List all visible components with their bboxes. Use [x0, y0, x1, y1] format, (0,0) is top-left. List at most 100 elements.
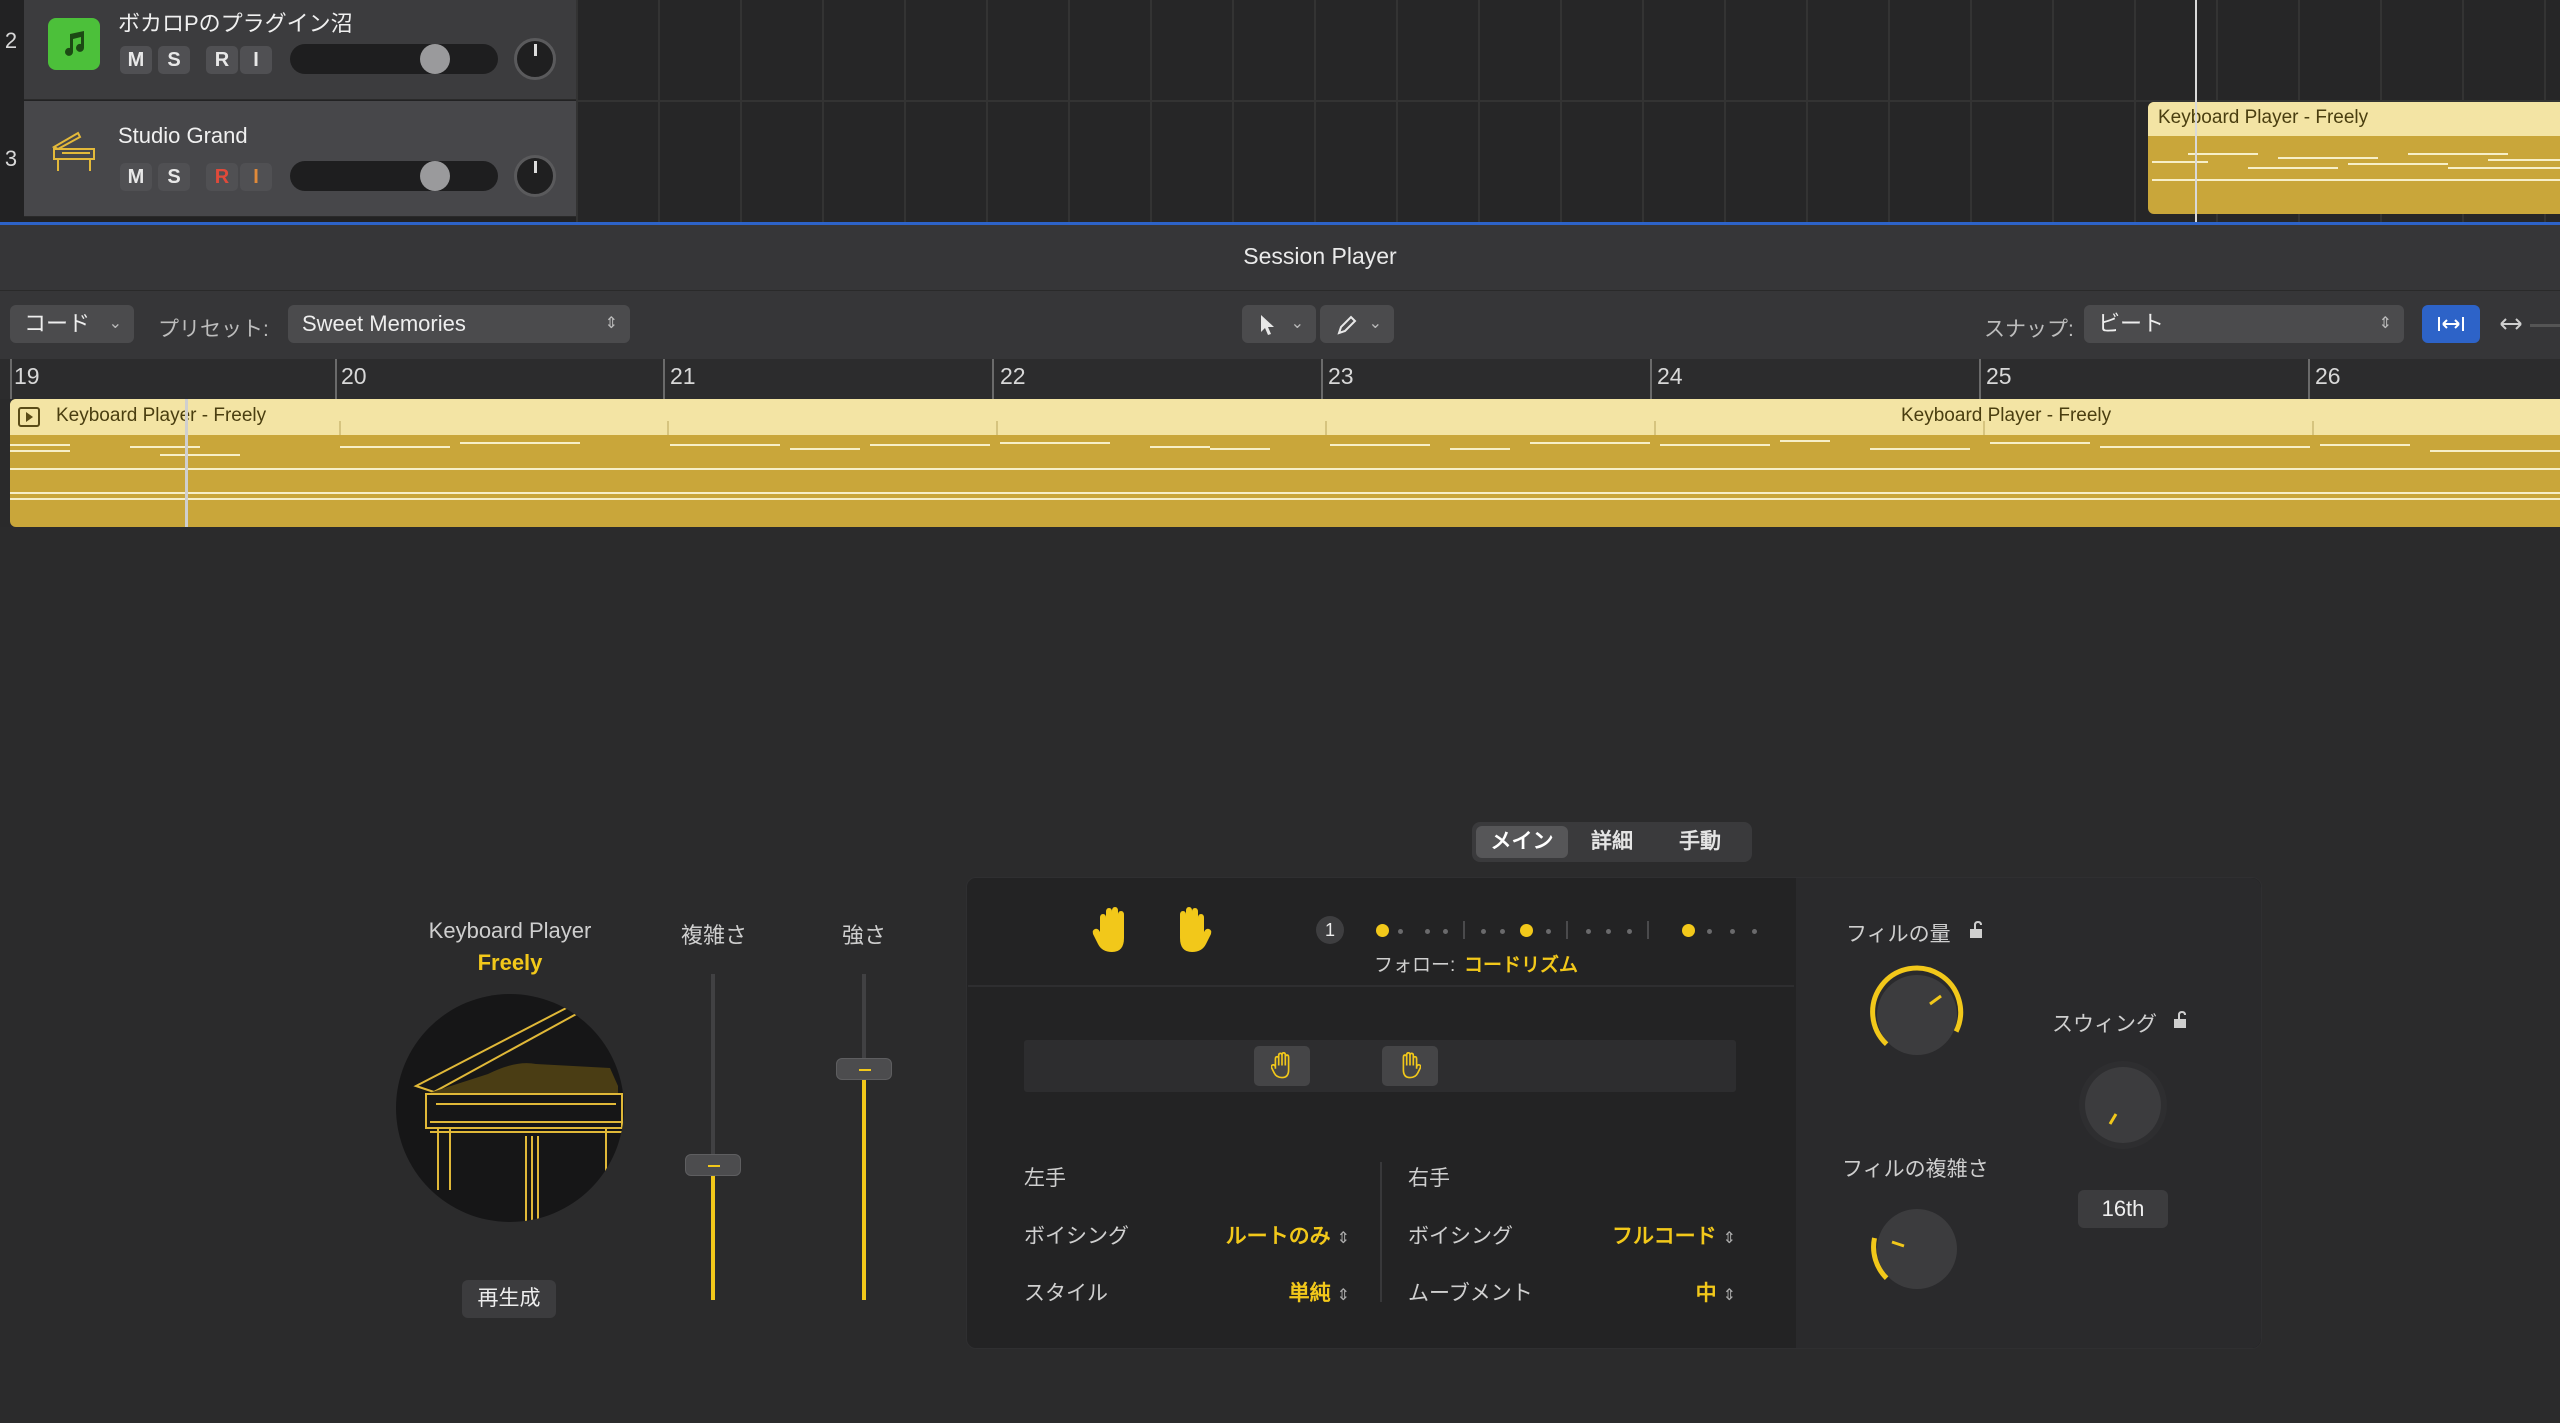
- rhythm-dot[interactable]: [1707, 929, 1712, 934]
- pointer-tool-icon: [1261, 315, 1274, 335]
- right-voicing-popup[interactable]: フルコード ⇕: [1560, 1220, 1736, 1250]
- pointer-tool-menu[interactable]: ⌄: [1242, 305, 1316, 343]
- snap-popup[interactable]: ビート ⇕: [2084, 305, 2404, 343]
- region-notes: [10, 440, 2560, 500]
- tab-manual[interactable]: 手動: [1658, 826, 1742, 858]
- region-label: Keyboard Player - Freely: [56, 405, 267, 426]
- play-region-icon[interactable]: [18, 407, 40, 427]
- rhythm-dot[interactable]: [1398, 929, 1403, 934]
- mute-button[interactable]: M: [120, 46, 152, 74]
- tab-main[interactable]: メイン: [1476, 826, 1568, 858]
- right-voicing-label: ボイシング: [1408, 1225, 1513, 1248]
- pan-knob[interactable]: [514, 155, 556, 197]
- rhythm-dot[interactable]: [1546, 929, 1551, 934]
- swing-knob[interactable]: [2068, 1050, 2178, 1160]
- regenerate-button[interactable]: 再生成: [462, 1280, 556, 1318]
- lock-icon[interactable]: [2172, 1010, 2190, 1030]
- music-note-icon: [48, 18, 100, 70]
- pencil-tool-icon: [1337, 315, 1357, 335]
- follow-label: フォロー:: [1374, 955, 1456, 976]
- rhythm-dot[interactable]: [1481, 929, 1486, 934]
- rhythm-dot-active[interactable]: [1682, 924, 1695, 937]
- left-voicing-popup[interactable]: ルートのみ ⇕: [1180, 1220, 1350, 1250]
- fill-amount-knob[interactable]: [1862, 960, 1972, 1070]
- rhythm-dot[interactable]: [1730, 929, 1735, 934]
- input-monitor-button[interactable]: I: [240, 46, 272, 74]
- bar-number: 22: [1000, 363, 1026, 389]
- lane-region-label: Keyboard Player - Freely: [2148, 102, 2560, 136]
- left-hand-split-button[interactable]: [1254, 1046, 1310, 1086]
- right-movement-popup[interactable]: 中 ⇕: [1560, 1277, 1736, 1307]
- player-avatar[interactable]: [396, 994, 624, 1222]
- left-style-popup[interactable]: 単純 ⇕: [1180, 1277, 1350, 1307]
- volume-slider[interactable]: [290, 44, 498, 74]
- up-down-chevron-icon: ⇕: [604, 315, 618, 332]
- swing-value[interactable]: 16th: [2078, 1190, 2168, 1228]
- bar-number: 26: [2315, 363, 2341, 389]
- record-enable-button[interactable]: R: [206, 46, 238, 74]
- complexity-slider-fill: [711, 1164, 715, 1300]
- rhythm-dot[interactable]: [1500, 929, 1505, 934]
- chevron-down-icon: ⌄: [1290, 315, 1304, 332]
- rhythm-dot-active[interactable]: [1520, 924, 1533, 937]
- fill-amount-label: フィルの量: [1846, 923, 1951, 946]
- solo-button[interactable]: S: [158, 163, 190, 191]
- solo-button[interactable]: S: [158, 46, 190, 74]
- playhead[interactable]: [185, 399, 188, 529]
- record-enable-button[interactable]: R: [206, 163, 238, 191]
- right-hand-title: 右手: [1408, 1167, 1450, 1190]
- track-header-3[interactable]: Studio Grand M S R I: [24, 101, 576, 217]
- rhythm-dot-active[interactable]: [1376, 924, 1389, 937]
- track-name[interactable]: Studio Grand: [118, 123, 248, 149]
- rhythm-dot[interactable]: [1606, 929, 1611, 934]
- session-player-region[interactable]: Keyboard Player - Freely Keyboard Player…: [10, 399, 2560, 527]
- left-style-label: スタイル: [1024, 1282, 1108, 1305]
- bar-ruler[interactable]: 19 20 21 22 23 24 25 26: [0, 359, 2560, 399]
- session-player-toolbar: コード ⌄ プリセット: Sweet Memories ⇕ ⌄ ⌄ スナップ: …: [0, 291, 2560, 359]
- follow-value[interactable]: コードリズム: [1464, 950, 1578, 977]
- fit-horizontal-icon: [2438, 317, 2464, 331]
- rhythm-dot[interactable]: [1425, 929, 1430, 934]
- chevron-down-icon: ⌄: [108, 315, 122, 332]
- tab-detail[interactable]: 詳細: [1572, 826, 1652, 858]
- volume-slider-thumb[interactable]: [420, 44, 450, 74]
- right-movement-value: 中: [1695, 1282, 1717, 1305]
- grand-piano-icon: [413, 1002, 623, 1222]
- preset-popup[interactable]: Sweet Memories ⇕: [288, 305, 630, 343]
- lane-region[interactable]: Keyboard Player - Freely: [2148, 102, 2560, 214]
- left-voicing-value: ルートのみ: [1225, 1225, 1331, 1248]
- left-style-value: 単純: [1288, 1282, 1331, 1305]
- fill-complexity-knob[interactable]: [1862, 1194, 1972, 1304]
- playhead[interactable]: [2195, 0, 2197, 222]
- up-down-chevron-icon: ⇕: [2378, 315, 2392, 332]
- right-hand-icon[interactable]: [1172, 906, 1212, 956]
- track-header-2[interactable]: ボカロPのプラグイン沼 M S R I: [24, 0, 576, 100]
- tracks-area: 2 ボカロPのプラグイン沼 M S R I 3 Studio Grand M S…: [0, 0, 2560, 224]
- bar-number: 21: [670, 363, 696, 389]
- zoom-slider[interactable]: [2530, 324, 2560, 327]
- lock-icon[interactable]: [1968, 920, 1986, 940]
- catch-playhead-button[interactable]: [2422, 305, 2480, 343]
- rhythm-dot[interactable]: [1752, 929, 1757, 934]
- track-name[interactable]: ボカロPのプラグイン沼: [118, 6, 353, 38]
- left-hand-icon[interactable]: [1092, 906, 1132, 956]
- rhythm-dot[interactable]: [1627, 929, 1632, 934]
- rhythm-dot[interactable]: [1443, 929, 1448, 934]
- player-style: Freely: [477, 950, 543, 975]
- intensity-slider-thumb[interactable]: [836, 1058, 892, 1080]
- horizontal-zoom-icon[interactable]: [2498, 313, 2524, 335]
- keyboard-split-bar[interactable]: [1024, 1040, 1736, 1092]
- pan-knob[interactable]: [514, 38, 556, 80]
- input-monitor-button[interactable]: I: [240, 163, 272, 191]
- mute-button[interactable]: M: [120, 163, 152, 191]
- bar-tick: [335, 359, 337, 399]
- rhythm-dot[interactable]: [1586, 929, 1591, 934]
- chord-menu-button[interactable]: コード ⌄: [10, 305, 134, 343]
- volume-slider-thumb[interactable]: [420, 161, 450, 191]
- right-hand-split-button[interactable]: [1382, 1046, 1438, 1086]
- snap-label: スナップ:: [1984, 318, 2074, 341]
- bar-number: 19: [14, 363, 40, 389]
- volume-slider[interactable]: [290, 161, 498, 191]
- pencil-tool-menu[interactable]: ⌄: [1320, 305, 1394, 343]
- complexity-slider-thumb[interactable]: [685, 1154, 741, 1176]
